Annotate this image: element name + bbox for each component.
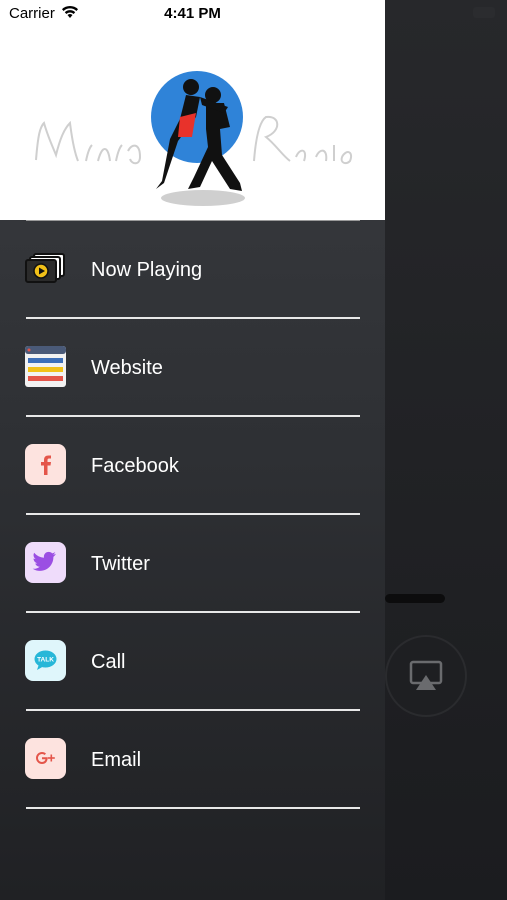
play-window-icon — [25, 248, 66, 289]
menu-item-label: Now Playing — [91, 259, 203, 281]
twitter-bird-icon — [25, 542, 66, 583]
airplay-icon — [409, 660, 443, 690]
menu-item-call[interactable]: TALK Call — [0, 613, 385, 711]
side-drawer: Now Playing Website Facebook Twitter TAL… — [0, 0, 385, 900]
drawer-menu: Now Playing Website Facebook Twitter TAL… — [0, 221, 385, 809]
menu-item-now-playing[interactable]: Now Playing — [0, 221, 385, 319]
menu-item-facebook[interactable]: Facebook — [0, 417, 385, 515]
menu-divider — [26, 807, 360, 809]
menu-item-label: Call — [91, 651, 126, 673]
menu-item-label: Twitter — [91, 553, 150, 575]
menu-item-website[interactable]: Website — [0, 319, 385, 417]
station-logo — [35, 71, 352, 206]
browser-window-icon — [25, 346, 66, 387]
main-screen-background — [385, 0, 507, 900]
menu-item-label: Email — [91, 749, 142, 771]
drawer-header — [0, 0, 385, 220]
google-plus-icon — [25, 738, 66, 779]
menu-item-email[interactable]: Email — [0, 711, 385, 809]
status-time: 4:41 PM — [164, 5, 221, 22]
progress-bar — [385, 594, 445, 603]
battery-icon — [473, 7, 495, 18]
airplay-button[interactable] — [385, 635, 467, 717]
facebook-icon — [25, 444, 66, 485]
talk-bubble-icon: TALK — [25, 640, 66, 681]
svg-text:TALK: TALK — [37, 657, 54, 664]
menu-item-label: Facebook — [91, 455, 179, 477]
menu-item-twitter[interactable]: Twitter — [0, 515, 385, 613]
menu-item-label: Website — [91, 357, 163, 379]
status-bar: Carrier 4:41 PM — [0, 0, 507, 30]
